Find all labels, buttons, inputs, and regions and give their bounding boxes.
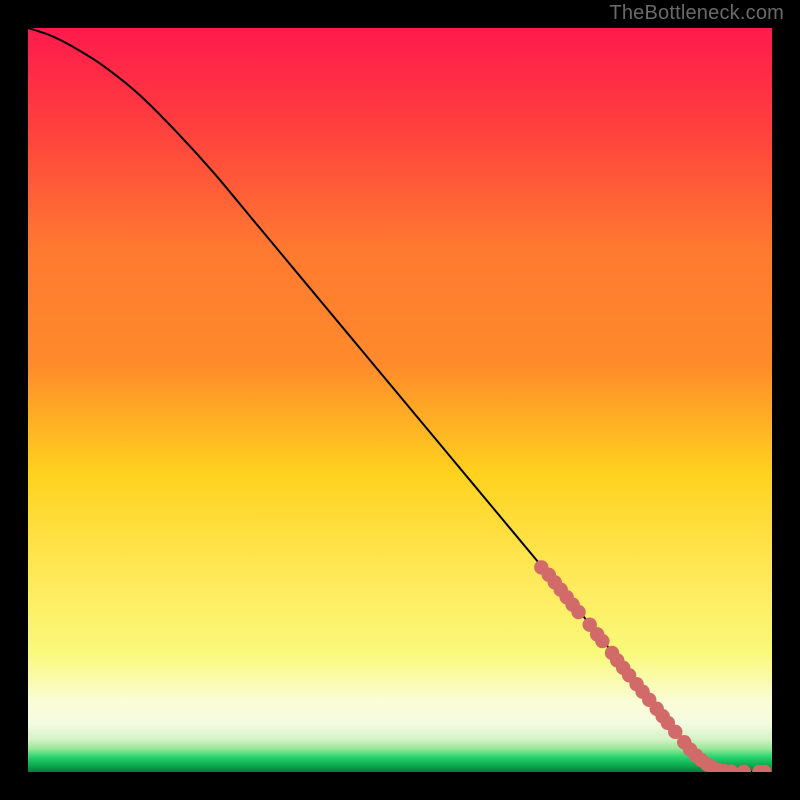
marker-layer <box>28 28 772 772</box>
chart-stage: TheBottleneck.com <box>0 0 800 800</box>
data-marker <box>595 634 609 648</box>
attribution-text: TheBottleneck.com <box>609 2 784 25</box>
data-marker <box>571 605 585 619</box>
data-marker <box>737 765 751 772</box>
plot-area <box>28 28 772 772</box>
